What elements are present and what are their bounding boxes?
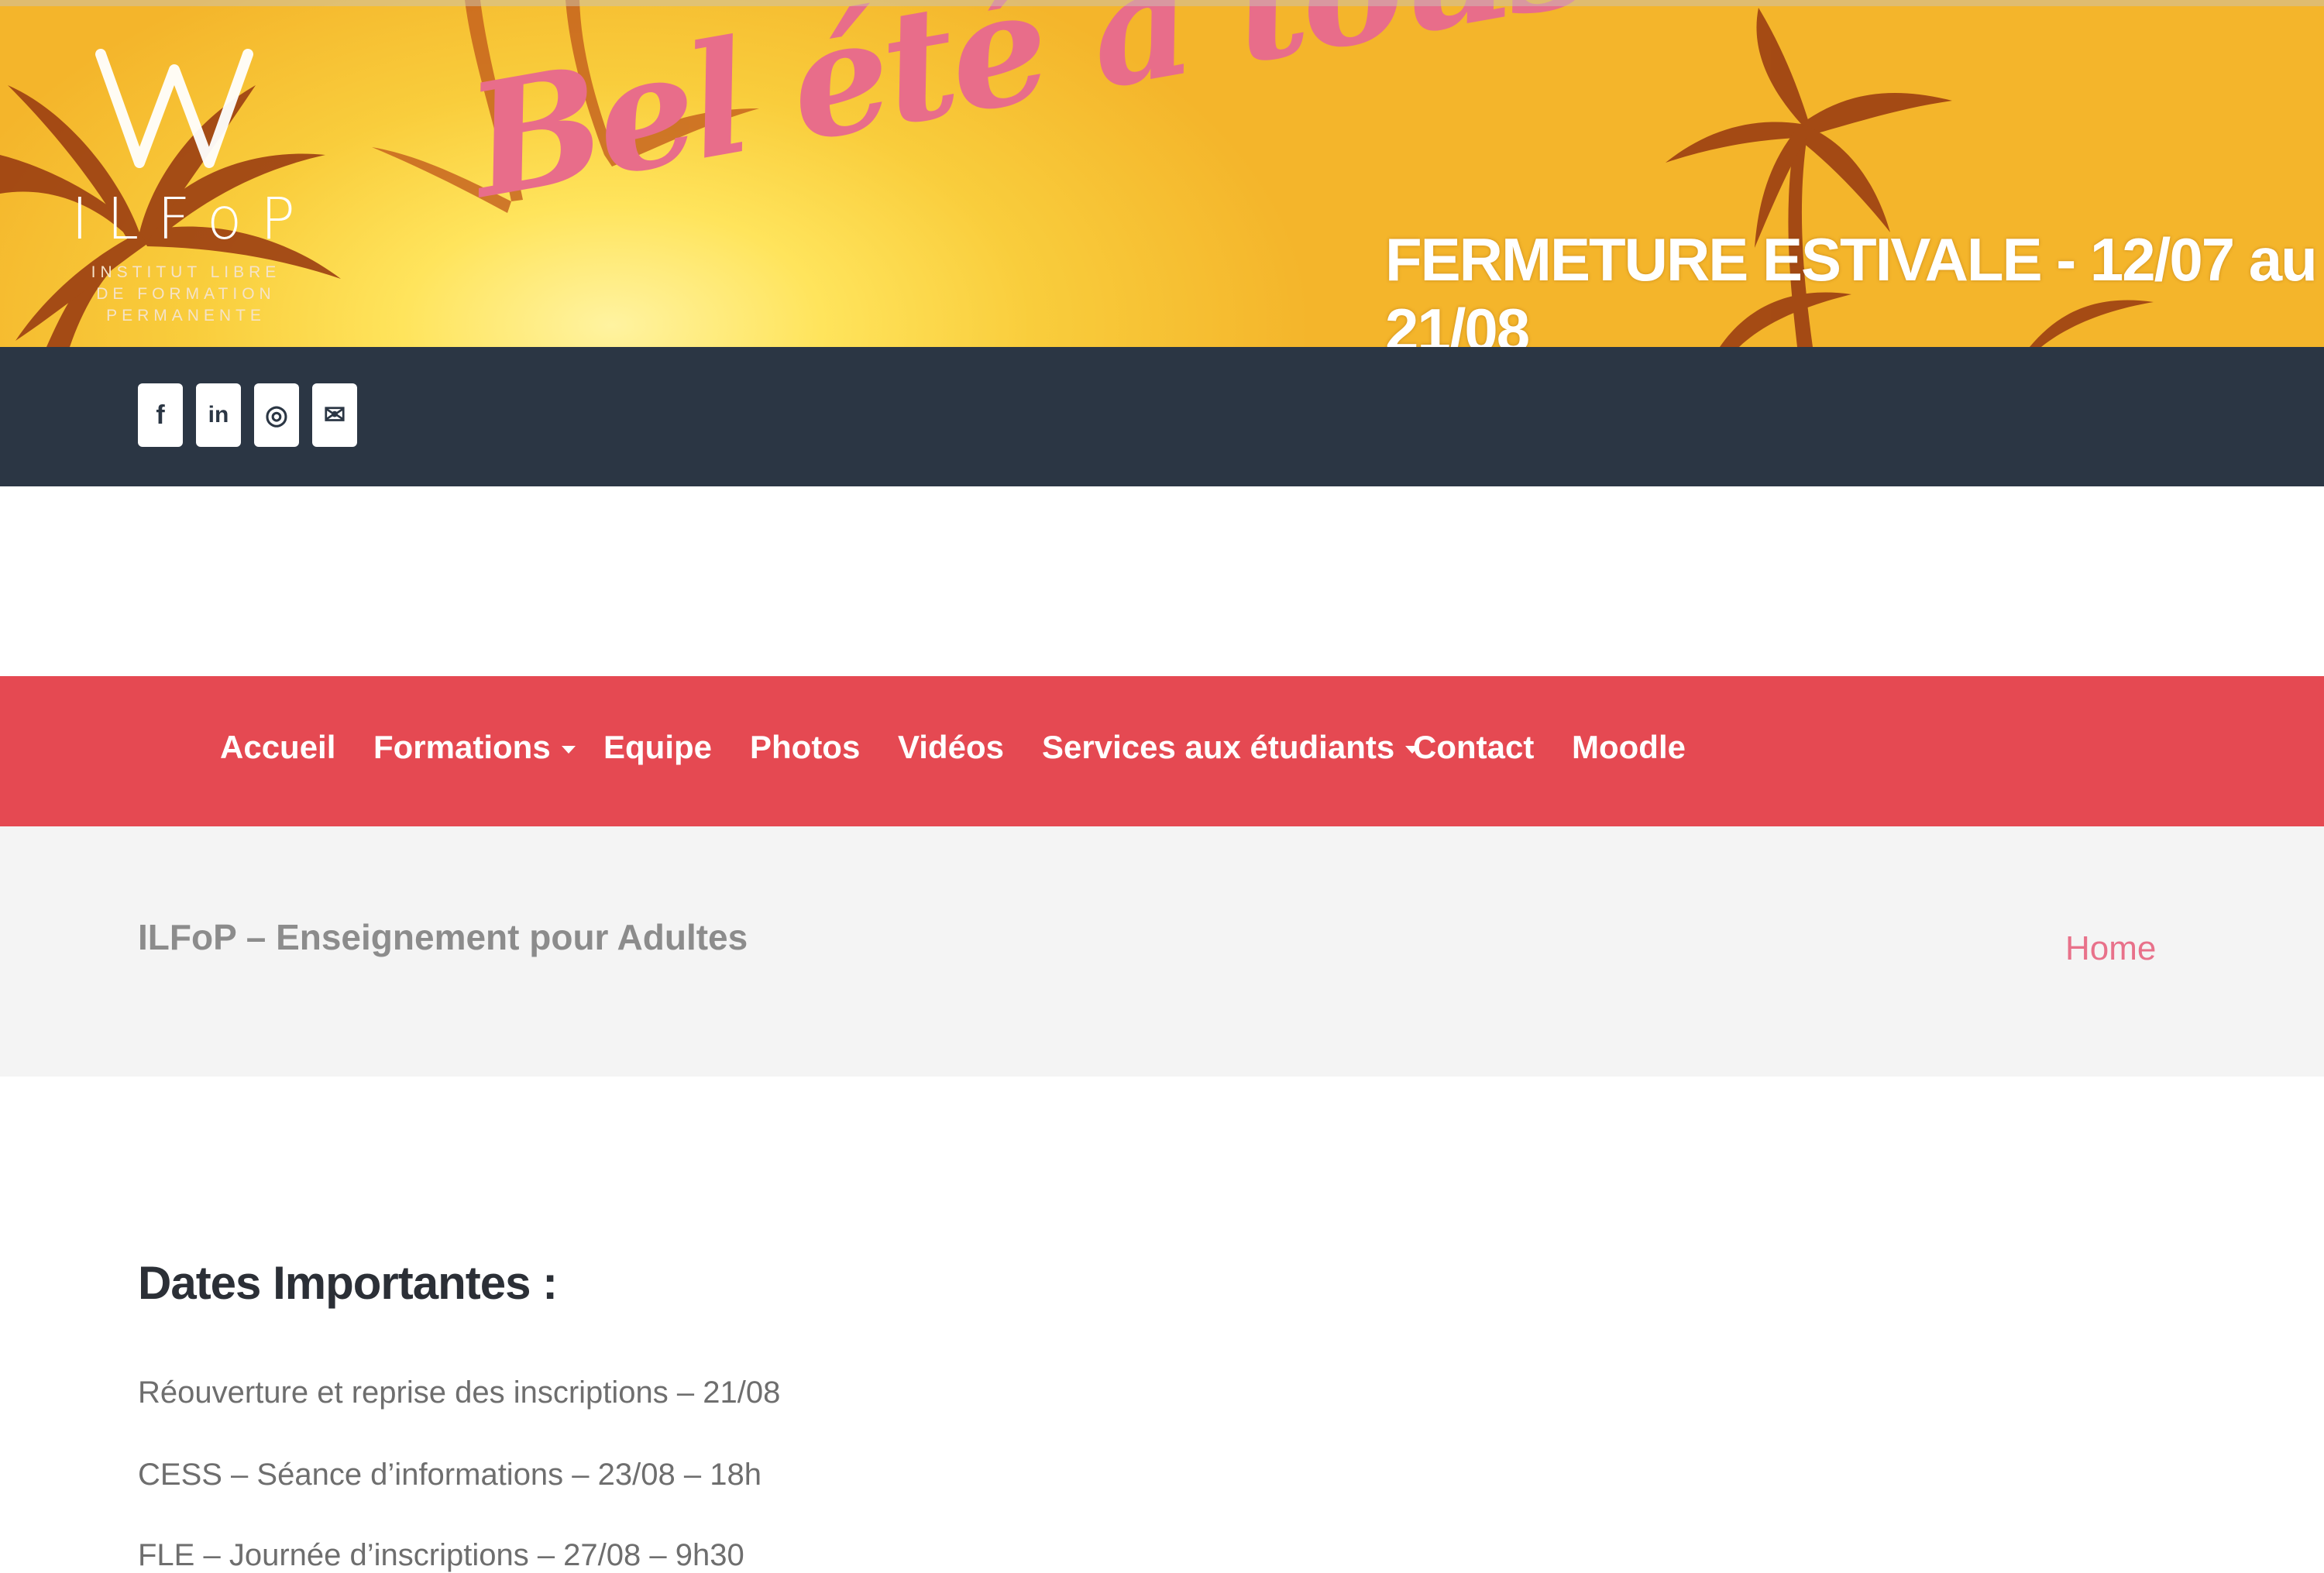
nav-item-label: Contact bbox=[1413, 729, 1535, 765]
facebook-button[interactable]: f bbox=[138, 383, 183, 447]
breadcrumb-home-link[interactable]: Home bbox=[2065, 929, 2156, 968]
content-line: CESS – Séance d’informations – 23/08 – 1… bbox=[138, 1458, 761, 1492]
logo-text: ILFoP bbox=[71, 186, 314, 252]
nav-item-label: Vidéos bbox=[898, 729, 1004, 765]
logo-subtitle: INSTITUT LIBRE DE FORMATION PERMANENTE bbox=[46, 262, 325, 327]
nav-item-label: Formations bbox=[373, 729, 551, 765]
header-banner: ILFoP INSTITUT LIBRE DE FORMATION PERMAN… bbox=[0, 0, 2324, 347]
nav-item-equipe[interactable]: Equipe bbox=[603, 729, 712, 766]
email-button[interactable]: ✉ bbox=[312, 383, 357, 447]
nav-item-accueil[interactable]: Accueil bbox=[220, 729, 335, 766]
nav-item-label: Photos bbox=[750, 729, 861, 765]
social-bar: f in ◎ ✉ bbox=[0, 347, 2324, 486]
caret-down-icon bbox=[561, 746, 576, 754]
instagram-button[interactable]: ◎ bbox=[254, 383, 299, 447]
nav-item-label: Accueil bbox=[220, 729, 336, 765]
main-navigation: Accueil Formations Equipe Photos Vidéos … bbox=[0, 676, 2324, 826]
logo-subtitle-line-1: INSTITUT LIBRE bbox=[91, 263, 281, 281]
nav-item-label: Moodle bbox=[1572, 729, 1686, 765]
nav-item-contact[interactable]: Contact bbox=[1413, 729, 1534, 766]
linkedin-button[interactable]: in bbox=[196, 383, 241, 447]
email-icon: ✉ bbox=[323, 400, 346, 430]
nav-item-formations[interactable]: Formations bbox=[373, 729, 576, 766]
ilfop-logo-mark-icon bbox=[95, 49, 253, 168]
page-title: ILFoP – Enseignement pour Adultes bbox=[138, 917, 748, 957]
nav-item-videos[interactable]: Vidéos bbox=[898, 729, 1004, 766]
closure-notice: FERMETURE ESTIVALE - 12/07 au 21/08 bbox=[1385, 225, 2318, 347]
nav-item-moodle[interactable]: Moodle bbox=[1572, 729, 1686, 766]
nav-item-label: Equipe bbox=[603, 729, 713, 765]
instagram-icon: ◎ bbox=[265, 400, 288, 430]
banner-tagline: Bel été à tous ! bbox=[457, 0, 1712, 234]
content-heading: Dates Importantes : bbox=[138, 1257, 558, 1309]
facebook-icon: f bbox=[156, 400, 165, 430]
content-line: FLE – Journée d’inscriptions – 27/08 – 9… bbox=[138, 1538, 744, 1572]
nav-item-services-etudiants[interactable]: Services aux étudiants bbox=[1042, 729, 1420, 766]
logo-subtitle-line-2: DE FORMATION PERMANENTE bbox=[96, 285, 276, 325]
nav-item-label: Services aux étudiants bbox=[1042, 729, 1395, 765]
content-line: Réouverture et reprise des inscriptions … bbox=[138, 1376, 781, 1410]
linkedin-icon: in bbox=[208, 402, 229, 428]
page-title-bar: ILFoP – Enseignement pour Adultes Home bbox=[0, 826, 2324, 1077]
nav-item-photos[interactable]: Photos bbox=[750, 729, 860, 766]
